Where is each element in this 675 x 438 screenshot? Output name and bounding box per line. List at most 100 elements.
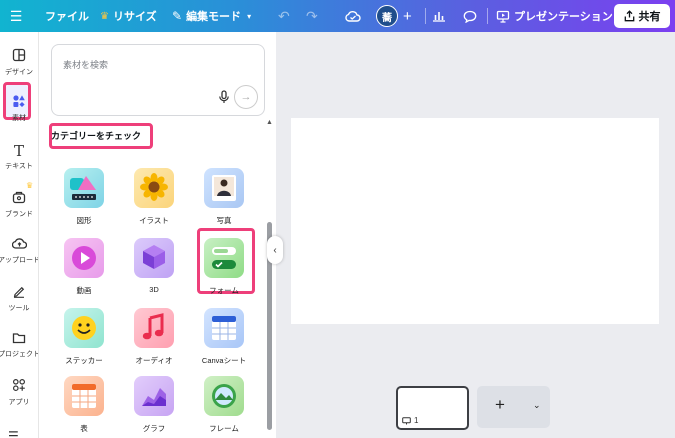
elements-panel: 素材を検索 → カテゴリーをチェック ▲ 図形 イラスト 写真 動画 3D フォ… [38,32,276,438]
page-thumbnail[interactable]: 1 [396,386,469,430]
rail-item-text[interactable]: T テキスト [0,143,38,171]
category-label: 表 [80,424,88,433]
divider [425,8,426,24]
rail-item-design[interactable]: デザイン [0,48,38,77]
category-label: 3D [149,285,159,294]
avatar[interactable]: 蕎 [376,5,398,27]
plus-icon: + [495,395,505,414]
frame-art-icon [204,376,244,416]
presentation-icon [496,10,510,23]
menu-icon[interactable]: ☰ [6,0,26,32]
chevron-down-icon: ▾ [247,11,252,21]
upload-icon [11,237,27,253]
resize-label: リサイズ [112,11,157,23]
category-label: フレーム [209,424,239,433]
undo-button[interactable]: ↶ [278,0,290,32]
chevron-left-icon: ‹ [273,244,277,256]
category-videos[interactable]: 動画 [55,234,113,304]
category-label: グラフ [142,424,166,433]
graph-art-icon [134,376,174,416]
comment-icon[interactable] [463,0,477,32]
category-canva-sheets[interactable]: Canvaシート [195,304,253,374]
rail-label: テキスト [5,163,33,170]
sunflower-art-icon [134,168,174,208]
insights-chart-icon[interactable] [432,0,446,32]
add-page-button[interactable]: + ⌄ [477,386,550,428]
presentation-label: プレゼンテーション [514,11,613,23]
share-label: 共有 [638,11,661,23]
presentation-small-icon [402,416,411,424]
photo-art-icon [204,168,244,208]
shapes-art-icon [64,168,104,208]
smiley-sticker-art-icon [64,308,104,348]
rail-item-projects[interactable]: プロジェクト [0,331,40,359]
arrow-right-icon[interactable]: → [234,85,258,109]
apps-icon [12,378,26,395]
rail-label: アップロード [0,257,40,264]
presentation-button[interactable]: プレゼンテーション [496,0,613,32]
file-menu-button[interactable]: ファイル [45,0,89,32]
left-rail: ♛ デザイン 素材 T テキスト ブランド アップロード ツール プロジェクト … [0,32,40,438]
redo-button[interactable]: ↷ [306,0,318,32]
category-charts[interactable]: グラフ [125,372,183,438]
category-label: フォーム [209,286,239,295]
share-button[interactable]: 共有 [614,4,670,28]
top-bar: ☰ ファイル ♛ リサイズ ✎ 編集モード ▾ ↶ ↷ 蕎 + プレゼンテーショ… [0,0,675,32]
category-photos[interactable]: 写真 [195,164,253,234]
table-art-icon [64,376,104,416]
rail-label: 素材 [12,115,26,122]
category-label: イラスト [139,216,169,225]
rail-label: プロジェクト [0,351,40,358]
chevron-down-icon[interactable]: ⌄ [533,400,541,411]
edit-mode-button[interactable]: ✎ 編集モード ▾ [172,0,251,32]
category-tables[interactable]: 表 [55,372,113,438]
form-art-icon [204,238,244,278]
rail-item-apps[interactable]: アプリ [0,378,38,407]
category-label: Canvaシート [201,356,247,365]
pencil-icon: ✎ [172,9,183,23]
category-forms[interactable]: フォーム [195,234,253,304]
category-illustrations[interactable]: イラスト [125,164,183,234]
rail-item-brand[interactable]: ブランド [0,190,38,219]
rail-item-elements[interactable]: 素材 [0,94,38,123]
brand-icon [12,190,26,207]
category-3d[interactable]: 3D [125,234,183,304]
category-label: 図形 [76,216,92,225]
invite-plus-button[interactable]: + [403,0,412,32]
microphone-icon[interactable] [212,85,236,109]
crown-icon: ♛ [100,10,109,22]
music-note-art-icon [134,308,174,348]
rail-label: ブランド [5,211,33,218]
edit-mode-label: 編集モード [186,11,242,23]
bottom-menu-icon[interactable]: ☰ [8,429,19,438]
search-input[interactable]: 素材を検索 → [51,44,265,116]
resize-button[interactable]: ♛ リサイズ [100,0,157,32]
category-label: ステッカー [65,356,103,365]
cube-3d-art-icon [134,238,174,278]
rail-label: ツール [8,305,30,312]
category-label: 写真 [216,216,232,225]
category-audio[interactable]: オーディオ [125,304,183,374]
spreadsheet-art-icon [204,308,244,348]
folder-icon [12,331,26,347]
rail-label: アプリ [8,399,30,406]
draw-icon [12,284,26,301]
layout-icon [12,48,26,65]
crown-icon: ♛ [26,181,34,190]
elements-icon [12,94,26,111]
category-stickers[interactable]: ステッカー [55,304,113,374]
rail-item-tools[interactable]: ツール [0,284,38,313]
category-shapes[interactable]: 図形 [55,164,113,234]
page-number: 1 [402,416,418,425]
cloud-save-icon[interactable] [345,0,361,32]
share-upload-icon [624,10,634,22]
section-title: カテゴリーをチェック [51,131,142,141]
scroll-up-arrow-icon[interactable]: ▲ [266,119,273,126]
page-number-label: 1 [414,416,419,425]
design-canvas[interactable] [291,118,659,324]
video-play-art-icon [64,238,104,278]
category-frames[interactable]: フレーム [195,372,253,438]
search-placeholder: 素材を検索 [63,60,109,70]
rail-item-upload[interactable]: アップロード [0,237,40,265]
collapse-panel-button[interactable]: ‹ [267,236,283,264]
